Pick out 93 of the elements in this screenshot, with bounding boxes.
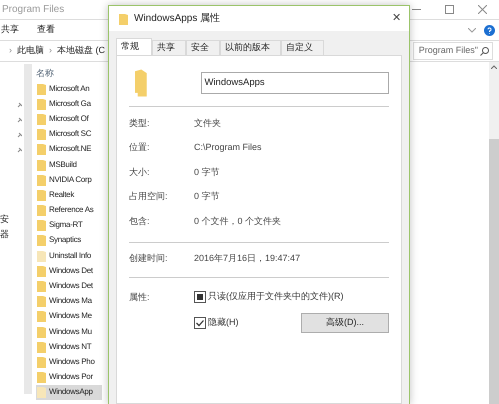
file-row[interactable]: NVIDIA Corp: [36, 172, 102, 188]
folder-icon: [37, 98, 46, 110]
tab[interactable]: 安全: [186, 40, 220, 55]
maximize-icon[interactable]: [445, 5, 454, 14]
pin-icon[interactable]: [17, 102, 22, 108]
file-row[interactable]: Microsoft.NE: [36, 142, 102, 157]
field-value: 文件夹: [194, 116, 221, 130]
close-icon[interactable]: [478, 5, 487, 14]
field-label: 占用空间:: [129, 190, 169, 203]
close-button[interactable]: ✕: [392, 10, 401, 27]
breadcrumb-item[interactable]: 此电脑: [17, 44, 44, 58]
folder-icon: [37, 234, 46, 246]
folder-icon: [37, 174, 46, 186]
folder-icon: [37, 310, 46, 322]
field-value: C:\Program Files: [194, 141, 262, 154]
checkbox[interactable]: [194, 290, 206, 303]
help-icon[interactable]: [484, 24, 495, 36]
tab[interactable]: 共享: [152, 40, 186, 55]
tab[interactable]: 自定义: [281, 40, 324, 55]
tab[interactable]: 常规: [116, 38, 152, 55]
folder-icon: [135, 68, 150, 98]
scrollbar[interactable]: [489, 62, 499, 404]
file-row[interactable]: Reference As: [36, 202, 102, 218]
file-row[interactable]: Microsoft SC: [36, 126, 102, 142]
advanced-button[interactable]: 高级(D)...: [301, 312, 389, 332]
folder-icon: [37, 158, 46, 171]
ribbon-tab[interactable]: 共享: [1, 23, 19, 37]
field-value: 0 字节: [194, 190, 220, 203]
field-label: 大小:: [129, 166, 151, 178]
file-row[interactable]: Windows Por: [36, 370, 102, 385]
file-row[interactable]: Microsoft An: [36, 81, 102, 96]
folder-icon: [37, 143, 46, 156]
search-icon: [480, 46, 489, 56]
field-label: 属性:: [129, 291, 151, 304]
checkbox-label[interactable]: 隐藏(H): [208, 316, 238, 330]
file-row[interactable]: Sigma-RT: [36, 218, 102, 233]
pin-icon[interactable]: [17, 147, 22, 153]
field-label: 创建时间:: [129, 252, 169, 265]
folder-icon: [37, 280, 46, 292]
nav-item[interactable]: 安: [0, 212, 12, 227]
folder-icon: [37, 326, 46, 338]
field-value: 0 个文件，0 个文件夹: [194, 214, 282, 228]
folder-icon: [37, 340, 46, 353]
folder-icon: [37, 112, 46, 125]
checkbox-label[interactable]: 只读(仅应用于文件夹中的文件)(R): [208, 290, 344, 304]
folder-icon: [37, 188, 46, 201]
folder-icon: [37, 264, 46, 277]
search-field[interactable]: Program Files": [413, 42, 493, 60]
folder-icon: [37, 219, 46, 232]
column-header[interactable]: 名称: [36, 67, 102, 81]
file-row[interactable]: WindowsApp: [36, 384, 102, 400]
file-row[interactable]: Windows Mu: [36, 324, 102, 340]
chevron-icon[interactable]: [468, 28, 476, 32]
pin-icon[interactable]: [17, 132, 22, 138]
file-row[interactable]: Microsoft Of: [36, 111, 102, 127]
folder-icon: [37, 128, 46, 140]
file-row[interactable]: Windows Pho: [36, 354, 102, 370]
field-label: 位置:: [129, 141, 151, 154]
folder-icon: [37, 386, 46, 398]
window-title: Program Files: [2, 3, 64, 17]
folder-icon: [37, 250, 46, 262]
folder-icon: [37, 295, 46, 308]
folder-icon: [119, 12, 128, 24]
file-row[interactable]: Windows Me: [36, 308, 102, 324]
folder-icon: [37, 82, 46, 95]
file-row[interactable]: Windows Det: [36, 263, 102, 278]
file-row[interactable]: Realtek: [36, 187, 102, 202]
minimize-icon[interactable]: [412, 8, 421, 10]
file-row[interactable]: Microsoft Ga: [36, 96, 102, 112]
ribbon-tab[interactable]: 查看: [37, 23, 55, 37]
folder-icon: [37, 371, 46, 384]
name-field[interactable]: WindowsApps: [201, 72, 389, 94]
file-row[interactable]: Windows Ma: [36, 294, 102, 309]
file-row[interactable]: Windows Det: [36, 278, 102, 294]
checkbox[interactable]: [194, 316, 206, 328]
breadcrumb-separator: ›: [48, 44, 53, 58]
file-row[interactable]: Uninstall Info: [36, 248, 102, 264]
dialog-title: WindowsApps 属性: [134, 12, 220, 26]
breadcrumb-item[interactable]: 本地磁盘 (C: [57, 44, 105, 58]
nav-item[interactable]: 器: [0, 227, 12, 242]
folder-icon: [37, 356, 46, 368]
field-value: 2016年7月16日，19:47:47: [194, 252, 300, 265]
folder-icon: [37, 204, 46, 216]
field-label: 包含:: [129, 214, 151, 228]
breadcrumb-separator: ›: [8, 44, 13, 58]
file-row[interactable]: MSBuild: [36, 156, 102, 172]
pin-icon[interactable]: [17, 117, 22, 123]
tab[interactable]: 以前的版本: [220, 40, 281, 55]
scroll-up-icon[interactable]: [491, 65, 497, 69]
file-row[interactable]: Synaptics: [36, 232, 102, 248]
file-row[interactable]: Windows NT: [36, 339, 102, 354]
field-value: 0 字节: [194, 166, 220, 178]
field-label: 类型:: [129, 116, 151, 130]
